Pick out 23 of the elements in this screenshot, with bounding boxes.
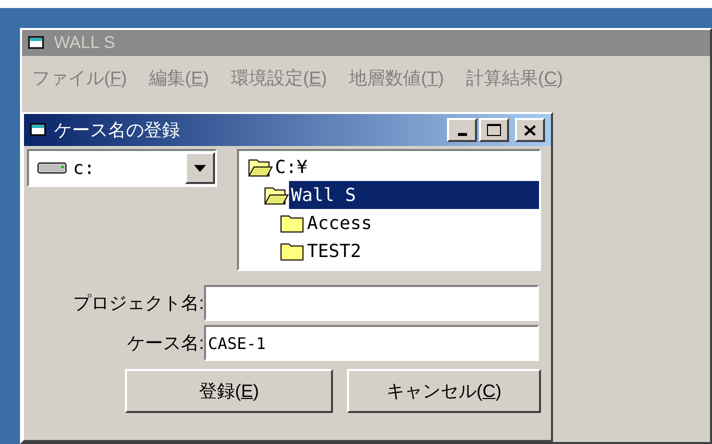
minimize-button[interactable] (447, 118, 477, 142)
window-icon (28, 35, 46, 51)
field-label: プロジェクト名: (72, 292, 204, 314)
window-icon (30, 122, 48, 138)
dropdown-arrow-button[interactable] (185, 152, 215, 184)
field-label: ケース名: (126, 332, 204, 354)
close-button[interactable] (515, 118, 545, 142)
dialog-button[interactable]: 登録(E) (125, 369, 333, 413)
folder-item[interactable]: TEST2 (305, 237, 539, 265)
folder-item[interactable]: C:¥ (273, 153, 539, 181)
folder-item[interactable]: Access (305, 209, 539, 237)
close-icon (524, 124, 536, 136)
text-field[interactable]: CASE-1 (204, 325, 539, 361)
dialog-title: ケース名の登録 (54, 118, 181, 142)
maximize-button[interactable] (479, 118, 509, 142)
folder-item[interactable]: Wall S (289, 181, 539, 209)
text-field[interactable] (204, 285, 539, 321)
window-title: WALL S (54, 32, 116, 54)
drive-icon (37, 160, 69, 176)
drive-value: c: (73, 156, 96, 180)
caret-icon (194, 164, 206, 172)
dialog-button[interactable]: キャンセル(C) (347, 369, 541, 413)
drive-dropdown[interactable]: c: (27, 149, 217, 187)
